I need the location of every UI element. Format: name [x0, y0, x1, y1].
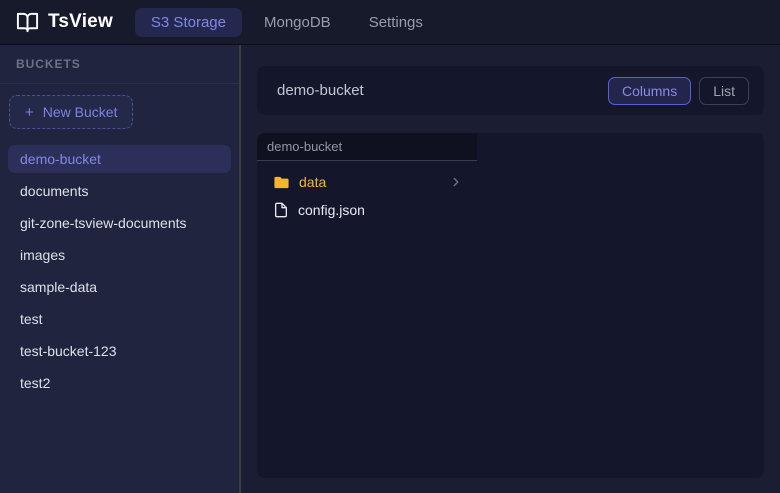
column-header: demo-bucket	[257, 133, 477, 161]
new-bucket-button[interactable]: + New Bucket	[9, 95, 133, 129]
browser-column: demo-bucket data	[257, 133, 477, 478]
entry-name: data	[299, 174, 326, 190]
book-open-icon	[16, 11, 39, 34]
bucket-toolbar: demo-bucket Columns List	[257, 66, 764, 115]
entry-list: data	[257, 161, 477, 231]
sidebar-body: + New Bucket demo-bucket documents git-z…	[0, 84, 239, 397]
tab-mongodb[interactable]: MongoDB	[248, 8, 347, 37]
buckets-section-label: BUCKETS	[16, 57, 81, 71]
file-icon	[273, 202, 289, 218]
entry-name: config.json	[298, 202, 365, 218]
bucket-item-test-bucket-123[interactable]: test-bucket-123	[8, 337, 231, 365]
list-view-button[interactable]: List	[699, 77, 749, 105]
sidebar-header: BUCKETS	[0, 45, 239, 84]
bucket-item-test[interactable]: test	[8, 305, 231, 333]
new-bucket-label: New Bucket	[43, 104, 118, 120]
tab-settings[interactable]: Settings	[353, 8, 439, 37]
entry-config-json-file[interactable]: config.json	[263, 196, 471, 224]
app-logo: TsView	[16, 11, 113, 34]
bucket-item-documents[interactable]: documents	[8, 177, 231, 205]
entry-data-folder[interactable]: data	[263, 168, 471, 196]
bucket-item-demo-bucket[interactable]: demo-bucket	[8, 145, 231, 173]
chevron-right-icon	[449, 175, 463, 189]
tab-s3-storage[interactable]: S3 Storage	[135, 8, 242, 37]
bucket-item-sample-data[interactable]: sample-data	[8, 273, 231, 301]
file-browser-panel: demo-bucket data	[257, 133, 764, 478]
app-header: TsView S3 Storage MongoDB Settings	[0, 0, 780, 45]
main-content: demo-bucket Columns List demo-bucket d	[241, 45, 780, 493]
buckets-sidebar: BUCKETS + New Bucket demo-bucket documen…	[0, 45, 241, 493]
page-layout: BUCKETS + New Bucket demo-bucket documen…	[0, 45, 780, 493]
bucket-title: demo-bucket	[277, 82, 364, 99]
plus-icon: +	[25, 105, 34, 120]
main-nav: S3 Storage MongoDB Settings	[135, 8, 439, 37]
app-title: TsView	[48, 11, 113, 33]
folder-icon	[273, 174, 290, 191]
bucket-item-git-zone-tsview-documents[interactable]: git-zone-tsview-documents	[8, 209, 231, 237]
columns-view-button[interactable]: Columns	[608, 77, 691, 105]
view-mode-toggle: Columns List	[608, 77, 749, 105]
bucket-list: demo-bucket documents git-zone-tsview-do…	[8, 145, 231, 397]
bucket-item-test2[interactable]: test2	[8, 369, 231, 397]
bucket-item-images[interactable]: images	[8, 241, 231, 269]
